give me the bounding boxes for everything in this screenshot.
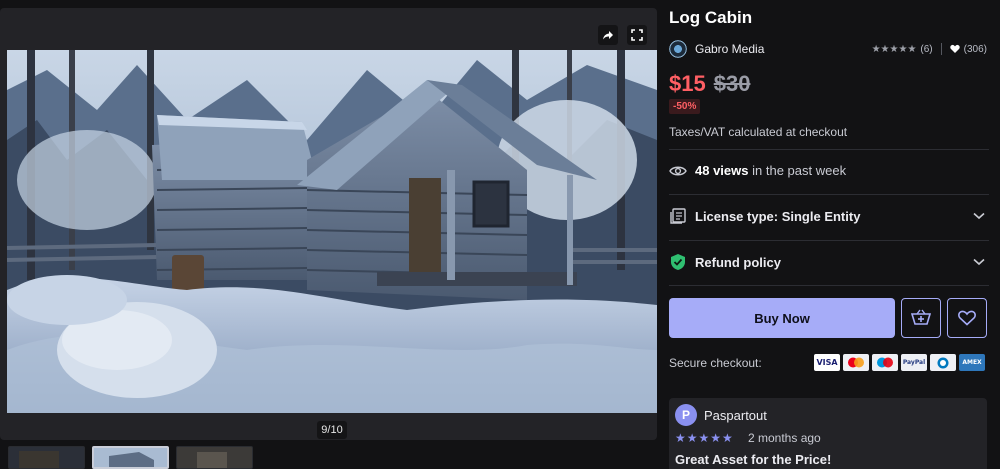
mastercard-icon xyxy=(843,354,869,371)
divider xyxy=(669,285,989,286)
seller-name: Gabro Media xyxy=(695,42,765,56)
share-icon xyxy=(603,31,613,40)
shield-check-icon xyxy=(671,254,685,270)
fullscreen-icon xyxy=(631,29,643,41)
secure-checkout-label: Secure checkout: xyxy=(669,356,762,370)
divider xyxy=(669,240,989,241)
diners-icon xyxy=(930,354,956,371)
image-counter: 9/10 xyxy=(317,421,347,439)
heart-outline-icon xyxy=(958,310,976,326)
review-stars-icon: ★★★★★ xyxy=(675,431,734,445)
thumbnail-active[interactable] xyxy=(92,446,169,469)
thumbnail[interactable] xyxy=(176,446,253,469)
product-image-log-cabin[interactable] xyxy=(7,50,657,413)
views-suffix: in the past week xyxy=(752,163,847,178)
chevron-down-icon xyxy=(973,212,985,220)
refund-label: Refund policy xyxy=(695,254,781,270)
refund-accordion[interactable]: Refund policy xyxy=(669,253,989,271)
chevron-down-icon xyxy=(973,258,985,266)
image-viewer: 9/10 xyxy=(0,8,657,440)
buy-now-button[interactable]: Buy Now xyxy=(669,298,895,338)
tax-note: Taxes/VAT calculated at checkout xyxy=(669,125,848,139)
seller-avatar xyxy=(669,40,687,58)
divider xyxy=(669,194,989,195)
rating-summary[interactable]: ★★★★★ (6) (306) xyxy=(872,43,987,55)
divider xyxy=(940,43,942,55)
seller-link[interactable]: Gabro Media xyxy=(669,40,764,58)
review-title: Great Asset for the Price! xyxy=(675,452,832,467)
reviewer-avatar: P xyxy=(675,404,697,426)
current-price: $15 xyxy=(669,71,706,96)
heart-icon xyxy=(949,44,960,53)
paypal-icon: PayPal xyxy=(901,354,927,371)
license-accordion[interactable]: License type: Single Entity xyxy=(669,208,989,224)
wishlist-button[interactable] xyxy=(947,298,987,338)
thumbnail-strip xyxy=(8,446,253,469)
views-stat: 48 views in the past week xyxy=(669,163,846,178)
product-panel: Log Cabin Gabro Media ★★★★★ (6) (306) $1… xyxy=(669,0,989,469)
price-row: $15 $30 xyxy=(669,71,750,97)
reviewer-name[interactable]: Paspartout xyxy=(704,408,767,423)
rating-stars-icon: ★★★★★ xyxy=(871,43,917,55)
cart-icon xyxy=(911,309,931,325)
divider xyxy=(669,149,989,150)
rating-count: (6) xyxy=(920,43,933,55)
product-title: Log Cabin xyxy=(669,8,753,27)
license-icon xyxy=(670,208,686,224)
visa-icon: VISA xyxy=(814,354,840,371)
thumbnail[interactable] xyxy=(8,446,85,469)
media-gallery: 9/10 xyxy=(0,0,657,469)
original-price: $30 xyxy=(713,71,751,96)
likes-count: (306) xyxy=(963,43,987,55)
review-card: P Paspartout ★★★★★ 2 months ago Great As… xyxy=(669,398,987,469)
license-label: License type: Single Entity xyxy=(695,208,861,224)
fullscreen-button[interactable] xyxy=(627,25,647,45)
maestro-icon xyxy=(872,354,898,371)
eye-icon xyxy=(669,166,687,175)
amex-icon: AMEX xyxy=(959,354,985,371)
views-count: 48 views xyxy=(695,163,749,178)
share-button[interactable] xyxy=(598,25,618,45)
discount-badge: -50% xyxy=(669,99,701,114)
add-to-cart-button[interactable] xyxy=(901,298,941,338)
review-time: 2 months ago xyxy=(748,431,821,445)
payment-methods: VISA PayPal AMEX xyxy=(814,354,985,371)
